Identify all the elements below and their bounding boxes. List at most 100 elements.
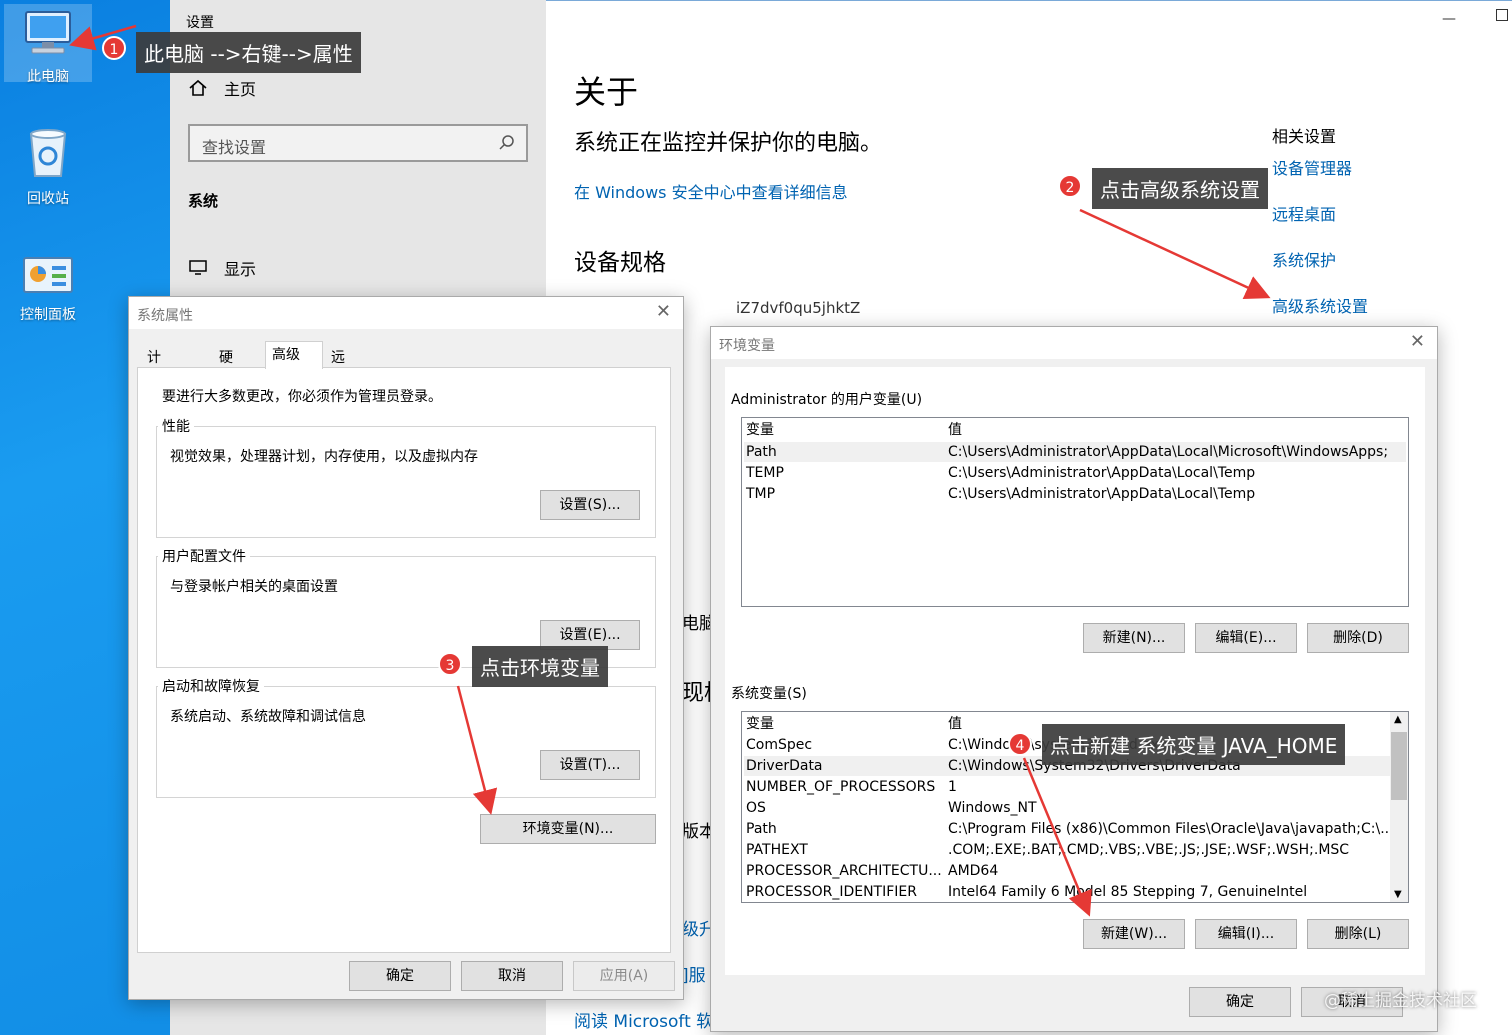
column-header-variable: 变量 (746, 716, 774, 732)
table-row[interactable]: PATHEXT .COM;.EXE;.BAT;.CMD;.VBS;.VBE;.JS… (744, 840, 1406, 860)
partial-link-service[interactable]: ]服 (682, 961, 706, 986)
desktop-icon-this-pc[interactable]: 此电脑 (4, 4, 92, 85)
step-badge-4: 4 (1008, 732, 1032, 756)
user-variables-table[interactable]: 变量 值 Path C:\Users\Administrator\AppData… (741, 417, 1409, 607)
variable-name: NUMBER_OF_PROCESSORS (746, 779, 936, 795)
user-new-button[interactable]: 新建(N)... (1083, 623, 1185, 653)
device-manager-link[interactable]: 设备管理器 (1272, 155, 1352, 179)
nav-display-item[interactable]: 显示 (188, 256, 256, 280)
startup-recovery-desc: 系统启动、系统故障和调试信息 (170, 709, 366, 725)
variable-value: 1 (948, 779, 957, 795)
column-header-value: 值 (948, 716, 962, 732)
variable-value: C:\Users\Administrator\AppData\Local\Tem… (948, 486, 1256, 502)
callout-step-1: 此电脑 -->右键-->属性 (136, 32, 361, 73)
desktop-icon-control-panel[interactable]: 控制面板 (4, 254, 92, 324)
callout-step-2: 点击高级系统设置 (1092, 168, 1268, 209)
table-row[interactable]: OS Windows_NT (744, 798, 1406, 818)
column-header-value: 值 (948, 422, 962, 438)
tab-computer-name[interactable]: 计算机名 (141, 345, 167, 426)
minimize-button[interactable]: — (1442, 11, 1456, 27)
variable-name: DriverData (746, 758, 823, 774)
close-icon[interactable]: ✕ (656, 301, 671, 322)
system-new-button[interactable]: 新建(W)... (1083, 919, 1185, 949)
desktop-icon-label: 回收站 (27, 191, 69, 207)
tab-advanced[interactable]: 高级 (265, 341, 323, 369)
table-row[interactable]: TEMP C:\Users\Administrator\AppData\Loca… (744, 463, 1406, 483)
tab-remote[interactable]: 远程 (325, 345, 351, 386)
table-row[interactable]: TMP C:\Users\Administrator\AppData\Local… (744, 484, 1406, 504)
startup-recovery-label: 启动和故障恢复 (158, 676, 264, 696)
user-delete-button[interactable]: 删除(D) (1307, 623, 1409, 653)
close-icon[interactable]: ✕ (1410, 331, 1425, 352)
variable-value: Intel64 Family 6 Model 85 Stepping 7, Ge… (948, 884, 1308, 900)
desktop-icon-recycle-bin[interactable]: 回收站 (4, 126, 92, 208)
callout-step-3: 点击环境变量 (472, 646, 608, 687)
system-edit-button[interactable]: 编辑(I)... (1195, 919, 1297, 949)
table-row[interactable]: Path C:\Program Files (x86)\Common Files\… (744, 819, 1406, 839)
system-protection-link[interactable]: 系统保护 (1272, 247, 1336, 271)
scroll-down-icon[interactable]: ▼ (1394, 889, 1402, 900)
table-row[interactable]: NUMBER_OF_PROCESSORS 1 (744, 777, 1406, 797)
system-delete-button[interactable]: 删除(L) (1307, 919, 1409, 949)
protection-status-text: 系统正在监控并保护你的电脑。 (574, 131, 883, 156)
nav-section-system: 系统 (188, 192, 219, 210)
admin-note: 要进行大多数更改，你必须作为管理员登录。 (162, 389, 442, 405)
performance-group (156, 426, 656, 538)
vertical-scrollbar[interactable]: ▲ ▼ (1390, 712, 1408, 902)
remote-desktop-link[interactable]: 远程桌面 (1272, 201, 1336, 225)
system-variables-label: 系统变量(S) (731, 686, 807, 702)
search-icon (499, 135, 514, 150)
recycle-bin-icon (29, 129, 67, 177)
user-edit-button[interactable]: 编辑(E)... (1195, 623, 1297, 653)
dialog-titlebar: 环境变量 ✕ (711, 327, 1437, 359)
computer-icon (25, 11, 71, 54)
performance-settings-button[interactable]: 设置(S)... (540, 490, 640, 520)
variable-name: ComSpec (746, 737, 813, 753)
dialog-title: 环境变量 (719, 338, 775, 354)
table-row[interactable]: PROCESSOR_ARCHITECTU... AMD64 (744, 861, 1406, 881)
table-row[interactable]: PROCESSOR_IDENTIFIER Intel64 Family 6 Mod… (744, 882, 1406, 902)
desktop-icon-label: 此电脑 (27, 69, 69, 85)
table-row[interactable]: Path C:\Users\Administrator\AppData\Loca… (744, 442, 1406, 462)
variable-name: TMP (746, 486, 776, 502)
scrollbar-thumb[interactable] (1391, 732, 1407, 800)
step-badge-2: 2 (1058, 174, 1082, 198)
ok-button[interactable]: 确定 (1189, 987, 1291, 1017)
variable-name: OS (746, 800, 766, 816)
cancel-button[interactable]: 取消 (461, 961, 563, 991)
variable-value: C:\Users\Administrator\AppData\Local\Mic… (948, 444, 1389, 460)
read-microsoft-license-link[interactable]: 阅读 Microsoft 软件 (574, 1007, 730, 1032)
startup-recovery-settings-button[interactable]: 设置(T)... (540, 750, 640, 780)
dialog-titlebar: 系统属性 ✕ (129, 297, 683, 329)
startup-recovery-group (156, 686, 656, 798)
environment-variables-button[interactable]: 环境变量(N)... (480, 814, 656, 844)
security-center-link[interactable]: 在 Windows 安全中心中查看详细信息 (574, 179, 848, 203)
display-icon (189, 260, 207, 275)
variable-name: TEMP (746, 465, 784, 481)
device-name-value: iZ7dvf0qu5jhktZ (736, 299, 861, 317)
variable-value: AMD64 (948, 863, 999, 879)
column-header-variable: 变量 (746, 422, 774, 438)
maximize-button[interactable] (1496, 9, 1508, 21)
about-title: 关于 (574, 73, 639, 111)
callout-step-4: 点击新建 系统变量 JAVA_HOME (1042, 724, 1346, 765)
environment-variables-dialog: 环境变量 ✕ Administrator 的用户变量(U) 变量 值 Path … (710, 326, 1438, 1032)
settings-search-input[interactable]: 查找设置 (188, 124, 528, 162)
apply-button[interactable]: 应用(A) (573, 961, 675, 991)
variable-name: Path (746, 821, 777, 837)
control-panel-icon (23, 257, 73, 293)
variable-value: C:\Program Files (x86)\Common Files\Orac… (948, 821, 1394, 837)
performance-label: 性能 (158, 416, 194, 436)
advanced-system-settings-link[interactable]: 高级系统设置 (1272, 293, 1368, 317)
nav-home-item[interactable]: 主页 (188, 76, 256, 100)
settings-window-title: 设置 (186, 15, 214, 31)
performance-desc: 视觉效果，处理器计划，内存使用，以及虚拟内存 (170, 449, 478, 465)
scroll-up-icon[interactable]: ▲ (1394, 714, 1402, 725)
tab-hardware[interactable]: 硬件 (213, 345, 239, 386)
desktop-icon-label: 控制面板 (20, 307, 76, 323)
related-settings-title: 相关设置 (1272, 127, 1337, 146)
user-profile-desc: 与登录帐户相关的桌面设置 (170, 579, 338, 595)
variable-name: Path (746, 444, 777, 460)
ok-button[interactable]: 确定 (349, 961, 451, 991)
nav-home-label: 主页 (224, 80, 257, 99)
